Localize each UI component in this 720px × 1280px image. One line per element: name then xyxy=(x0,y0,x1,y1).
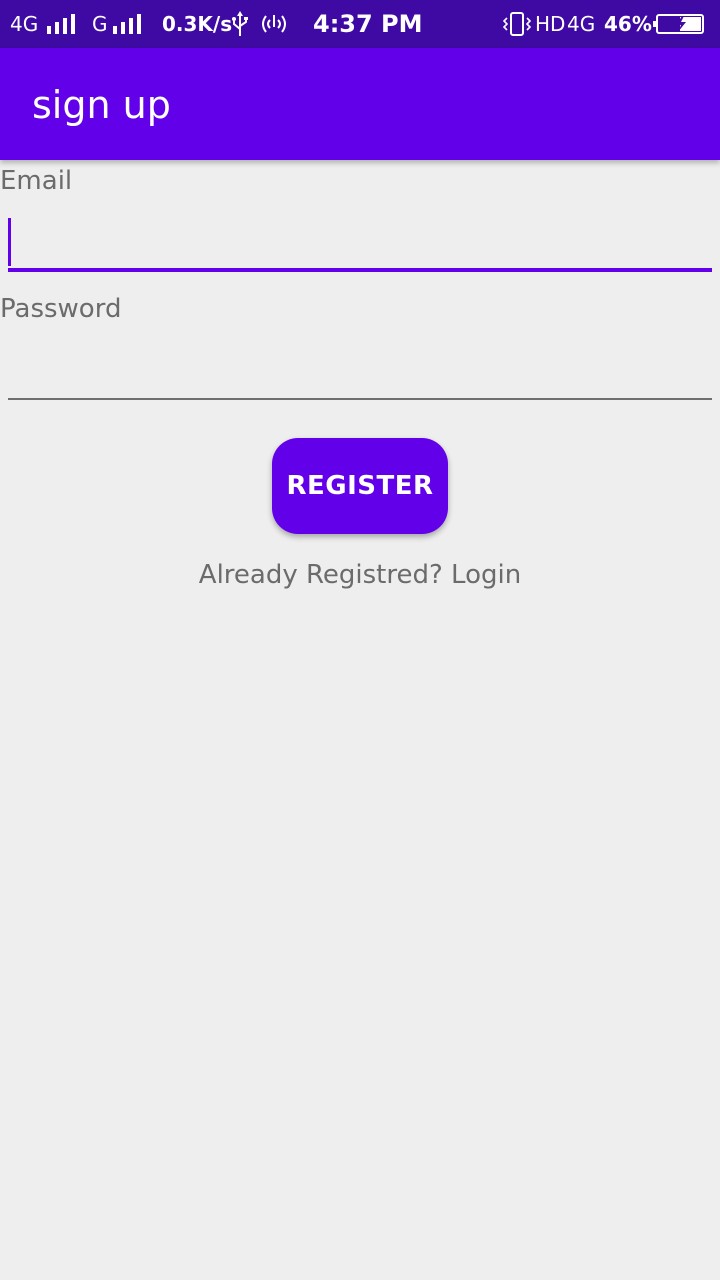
battery-charging-icon xyxy=(652,0,706,48)
network-type-2: G xyxy=(92,12,108,36)
signal-icon xyxy=(112,0,148,48)
network-type-3: 4G xyxy=(567,12,596,36)
login-link[interactable]: Already Registred? Login xyxy=(0,558,720,592)
text-cursor xyxy=(8,218,11,266)
usb-icon xyxy=(231,0,249,48)
network-type-1: 4G xyxy=(10,12,39,36)
vibrate-icon xyxy=(502,0,532,48)
signal-icon xyxy=(46,0,82,48)
password-field[interactable] xyxy=(8,342,712,400)
password-label: Password xyxy=(0,294,122,324)
hotspot-icon xyxy=(259,0,289,48)
register-button[interactable]: REGISTER xyxy=(272,438,448,534)
email-label: Email xyxy=(0,166,73,196)
app-bar: sign up xyxy=(0,48,720,160)
email-field[interactable] xyxy=(8,214,712,272)
clock: 4:37 PM xyxy=(313,10,423,38)
status-bar: 4G G 0.3K/s 4:37 PM HD 4G 46% xyxy=(0,0,720,48)
page-title: sign up xyxy=(32,83,171,127)
data-speed: 0.3K/s xyxy=(162,12,233,36)
hd-indicator: HD xyxy=(535,12,566,36)
battery-percent: 46% xyxy=(604,12,652,36)
